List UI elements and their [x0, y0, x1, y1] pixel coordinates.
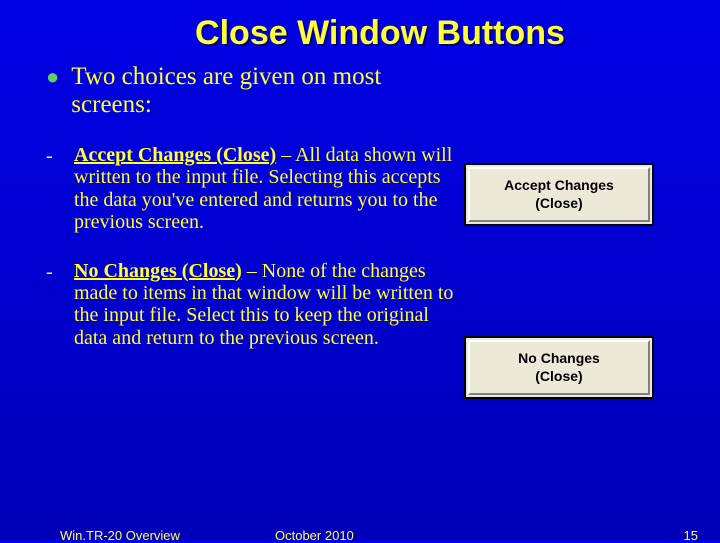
- bullet-accept-changes: - Accept Changes (Close) – All data show…: [28, 144, 458, 234]
- button-inner: Accept Changes (Close): [468, 167, 650, 222]
- bullet-main: ● Two choices are given on most screens:: [28, 63, 458, 118]
- slide-title: Close Window Buttons: [68, 14, 692, 53]
- bullet-icon: ●: [46, 63, 59, 118]
- button-line2: (Close): [535, 195, 582, 211]
- bullet-sub-text: No Changes (Close) – None of the changes…: [74, 260, 458, 350]
- footer-left: Win.TR-20 Overview: [60, 528, 180, 543]
- bullet-main-text: Two choices are given on most screens:: [71, 63, 458, 118]
- dash-icon: -: [46, 144, 56, 234]
- buttons-column: Accept Changes (Close) No Changes (Close…: [458, 63, 688, 509]
- bullet-sub-text: Accept Changes (Close) – All data shown …: [74, 144, 458, 234]
- button-line1: No Changes: [518, 350, 600, 366]
- button-line2: (Close): [535, 368, 582, 384]
- text-column: ● Two choices are given on most screens:…: [28, 63, 458, 509]
- content-row: ● Two choices are given on most screens:…: [28, 63, 692, 509]
- no-changes-label: No Changes (Close): [74, 260, 242, 282]
- page-number: 15: [684, 528, 698, 543]
- accept-changes-button[interactable]: Accept Changes (Close): [464, 163, 654, 226]
- footer-date: October 2010: [275, 528, 354, 543]
- dash-icon: -: [46, 260, 56, 350]
- button-line1: Accept Changes: [504, 177, 614, 193]
- slide: Close Window Buttons ● Two choices are g…: [0, 0, 720, 540]
- accept-changes-label: Accept Changes (Close): [74, 144, 276, 166]
- no-changes-button[interactable]: No Changes (Close): [464, 336, 654, 399]
- bullet-no-changes: - No Changes (Close) – None of the chang…: [28, 260, 458, 350]
- button-inner: No Changes (Close): [468, 340, 650, 395]
